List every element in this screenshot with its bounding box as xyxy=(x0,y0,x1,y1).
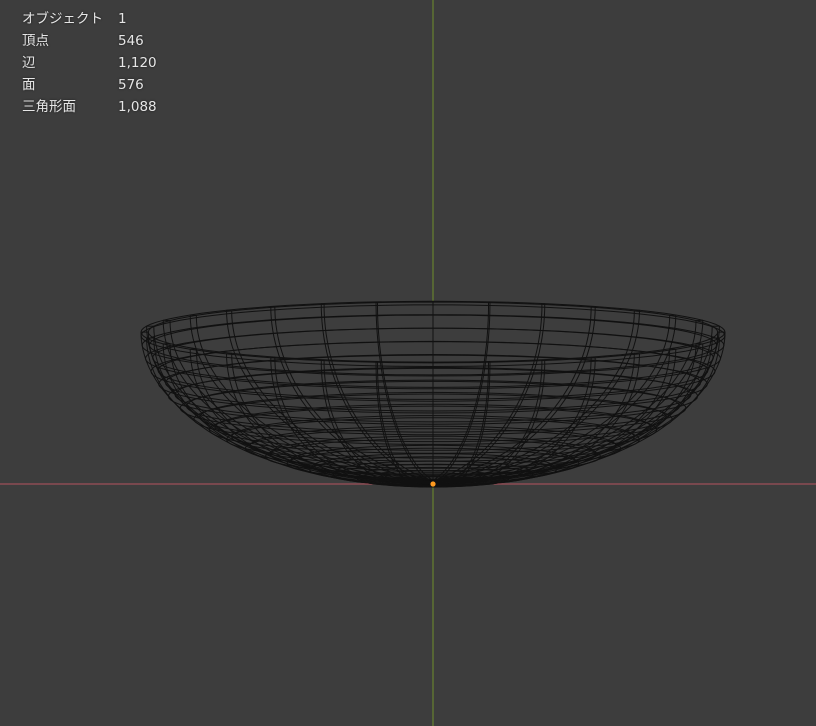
stat-row-vertices: 頂点 546 xyxy=(22,30,157,52)
stat-label: 辺 xyxy=(22,55,36,71)
mesh-rim-edge xyxy=(375,361,378,363)
stat-value: 576 xyxy=(118,77,144,93)
stat-row-faces: 面 576 xyxy=(22,74,157,96)
mesh-rim-edge xyxy=(488,301,491,304)
mesh-rim-edge xyxy=(226,309,232,312)
stat-row-edges: 辺 1,120 xyxy=(22,52,157,74)
mesh-rim-edge xyxy=(375,301,378,304)
mesh-rim-edge xyxy=(488,361,491,363)
mesh-rim-edge xyxy=(591,356,596,359)
object-origin-point xyxy=(430,481,436,487)
stat-label: オブジェクト xyxy=(22,11,103,27)
scene-statistics-overlay: オブジェクト 1 頂点 546 辺 1,120 面 576 三角形面 1,088 xyxy=(22,8,157,118)
mesh-rim-edge xyxy=(270,356,275,359)
stat-value: 1 xyxy=(118,11,127,27)
stat-value: 1,088 xyxy=(118,99,157,115)
stat-label: 面 xyxy=(22,77,36,93)
stat-row-triangles: 三角形面 1,088 xyxy=(22,96,157,118)
stat-label: 三角形面 xyxy=(22,99,76,115)
mesh-rim-edge xyxy=(270,306,275,308)
mesh-rim-edge xyxy=(226,352,232,355)
mesh-rim-edge xyxy=(634,352,640,355)
mesh-rim-edge xyxy=(541,359,545,361)
stat-value: 1,120 xyxy=(118,55,157,71)
mesh-rim-edge xyxy=(591,306,596,308)
stat-row-objects: オブジェクト 1 xyxy=(22,8,157,30)
bowl-mesh-wireframe[interactable] xyxy=(140,300,726,488)
3d-viewport[interactable]: オブジェクト 1 頂点 546 辺 1,120 面 576 三角形面 1,088 xyxy=(0,0,816,726)
mesh-rim-edge xyxy=(634,309,640,312)
stat-value: 546 xyxy=(118,33,144,49)
stat-label: 頂点 xyxy=(22,33,49,49)
mesh-rim-edge xyxy=(321,359,325,361)
